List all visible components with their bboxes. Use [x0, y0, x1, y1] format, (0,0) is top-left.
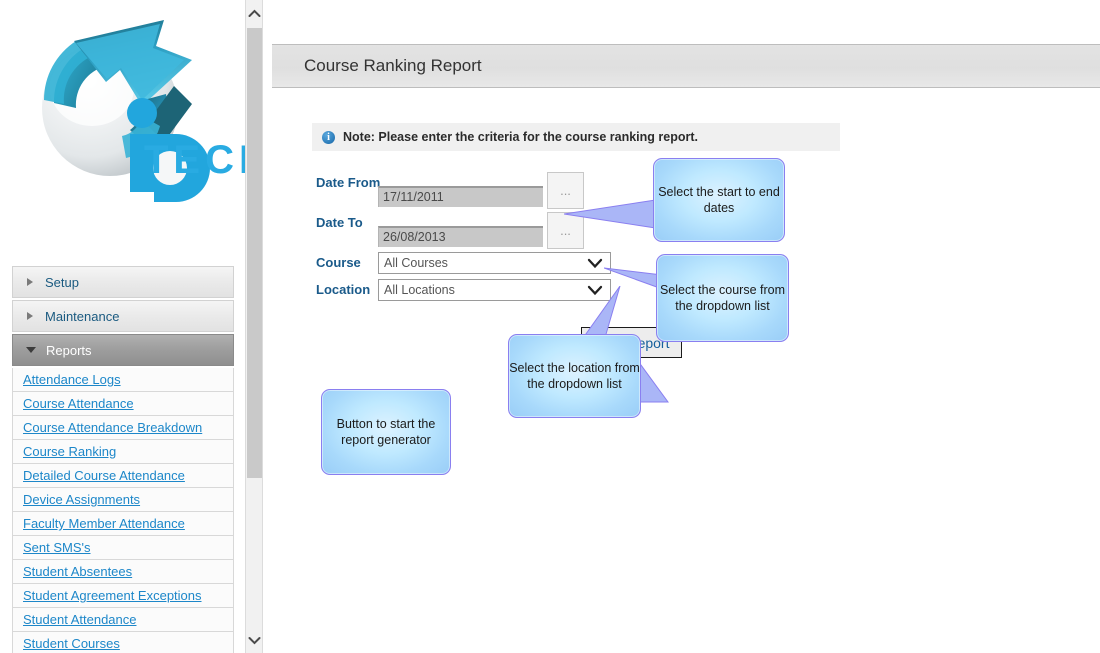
scrollbar-down-button[interactable]	[246, 629, 263, 651]
page-header-bar: Course Ranking Report	[272, 44, 1100, 88]
info-icon: i	[322, 130, 335, 144]
scrollbar-thumb[interactable]	[247, 28, 262, 478]
sidebar-item-course-ranking[interactable]: Course Ranking	[12, 440, 234, 464]
triangle-right-icon	[27, 312, 33, 320]
chevron-up-icon	[248, 9, 261, 17]
sidebar-item-student-attendance[interactable]: Student Attendance	[12, 608, 234, 632]
sidebar-link-label[interactable]: Course Ranking	[23, 444, 116, 459]
chevron-down-icon	[587, 258, 603, 269]
sidebar-section-setup[interactable]: Setup	[12, 266, 234, 298]
sidebar-section-reports-label: Reports	[46, 342, 92, 358]
sidebar-link-label[interactable]: Attendance Logs	[23, 372, 121, 387]
callout-view-report: Button to start the report generator	[321, 389, 451, 475]
sidebar-link-label[interactable]: Detailed Course Attendance	[23, 468, 185, 483]
course-dropdown-value: All Courses	[384, 256, 448, 270]
date-from-label: Date From	[316, 175, 381, 190]
sidebar-section-maintenance-label: Maintenance	[45, 308, 120, 324]
sidebar-link-label[interactable]: Course Attendance Breakdown	[23, 420, 202, 435]
sidebar-item-attendance-logs[interactable]: Attendance Logs	[12, 368, 234, 392]
sidebar-link-label[interactable]: Student Absentees	[23, 564, 132, 579]
location-dropdown-value: All Locations	[384, 283, 455, 297]
sidebar-link-label[interactable]: Student Attendance	[23, 612, 136, 627]
date-to-label: Date To	[316, 215, 363, 230]
sidebar-item-sent-sms[interactable]: Sent SMS's	[12, 536, 234, 560]
sidebar-item-course-attendance-breakdown[interactable]: Course Attendance Breakdown	[12, 416, 234, 440]
left-navigation-panel: TECH Setup Maintenance Reports Attendanc…	[0, 0, 245, 653]
date-from-input[interactable]: 17/11/2011	[378, 186, 543, 207]
main-content: Course Ranking Report i Note: Please ent…	[264, 0, 1100, 653]
sidebar-item-device-assignments[interactable]: Device Assignments	[12, 488, 234, 512]
sidebar-link-label[interactable]: Course Attendance	[23, 396, 134, 411]
note-banner: i Note: Please enter the criteria for th…	[312, 123, 840, 151]
sidebar-section-setup-label: Setup	[45, 274, 79, 290]
location-label: Location	[316, 282, 371, 297]
sidebar-item-student-courses[interactable]: Student Courses	[12, 632, 234, 653]
vertical-scrollbar[interactable]	[245, 0, 263, 653]
iptech-logo: TECH	[14, 8, 245, 208]
sidebar-link-label[interactable]: Student Courses	[23, 636, 120, 651]
callout-dates: Select the start to end dates	[653, 158, 785, 242]
application-window: TECH Setup Maintenance Reports Attendanc…	[0, 0, 1100, 653]
sidebar-link-label[interactable]: Student Agreement Exceptions	[23, 588, 202, 603]
sidebar-section-reports[interactable]: Reports	[12, 334, 234, 366]
sidebar-item-detailed-course-attendance[interactable]: Detailed Course Attendance	[12, 464, 234, 488]
scrollbar-up-button[interactable]	[246, 2, 263, 24]
sidebar-item-course-attendance[interactable]: Course Attendance	[12, 392, 234, 416]
triangle-down-icon	[26, 347, 36, 353]
logo-wordmark: TECH	[144, 138, 245, 182]
sidebar-link-label[interactable]: Device Assignments	[23, 492, 140, 507]
sidebar-link-label[interactable]: Faculty Member Attendance	[23, 516, 185, 531]
triangle-right-icon	[27, 278, 33, 286]
course-dropdown[interactable]: All Courses	[378, 252, 611, 274]
sidebar-menu: Setup Maintenance Reports Attendance Log…	[12, 266, 234, 653]
sidebar-link-label[interactable]: Sent SMS's	[23, 540, 91, 555]
sidebar-item-student-agreement-exceptions[interactable]: Student Agreement Exceptions	[12, 584, 234, 608]
note-text: Note: Please enter the criteria for the …	[343, 130, 698, 144]
sidebar-item-student-absentees[interactable]: Student Absentees	[12, 560, 234, 584]
sidebar-item-faculty-member-attendance[interactable]: Faculty Member Attendance	[12, 512, 234, 536]
sidebar-section-maintenance[interactable]: Maintenance	[12, 300, 234, 332]
page-title: Course Ranking Report	[304, 56, 482, 75]
callout-location: Select the location from the dropdown li…	[508, 334, 641, 418]
date-to-input[interactable]: 26/08/2013	[378, 226, 543, 247]
callout-course: Select the course from the dropdown list	[656, 254, 789, 342]
chevron-down-icon	[248, 636, 261, 644]
course-label: Course	[316, 255, 361, 270]
